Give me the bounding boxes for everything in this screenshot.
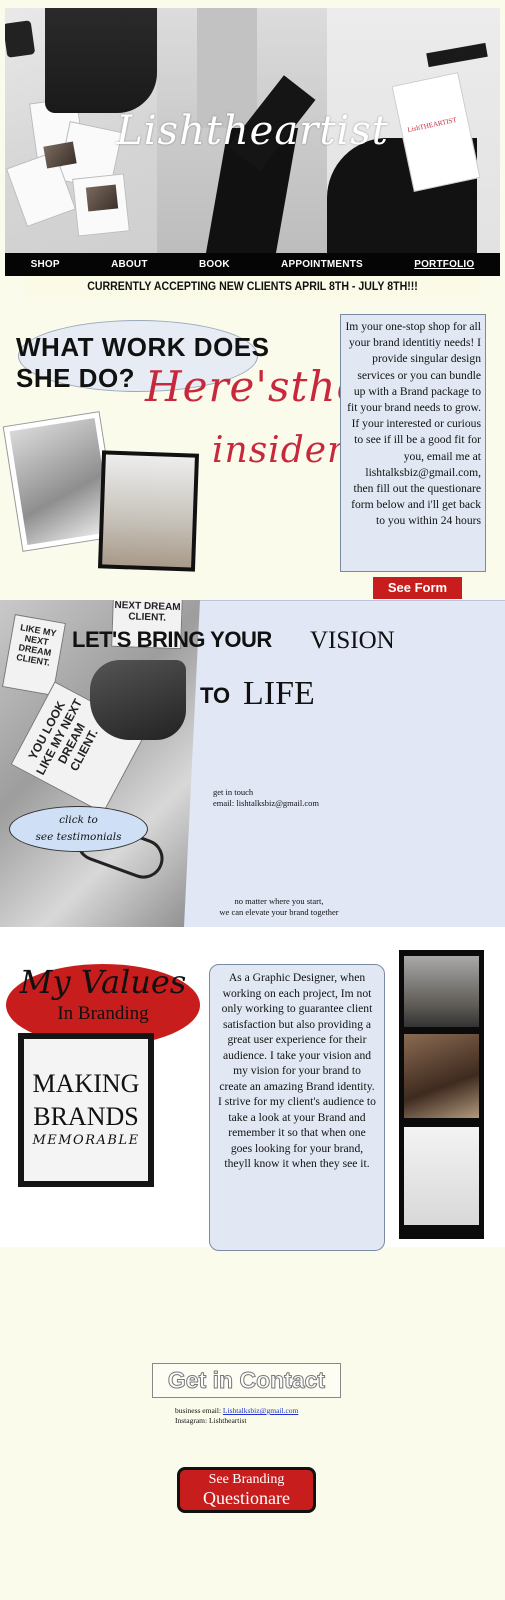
testimonials-button[interactable]: click to see testimonials (9, 806, 148, 852)
vision-life: LIFE (243, 675, 315, 712)
strip-photo-portrait (404, 1034, 479, 1118)
heres-the-script: Here'sthe (145, 362, 363, 411)
making-brands-frame: MAKING BRANDS MEMORABLE (18, 1033, 154, 1187)
nav-about[interactable]: ABOUT (111, 259, 148, 270)
announcement-banner: CURRENTLY ACCEPTING NEW CLIENTS APRIL 8T… (24, 276, 481, 298)
nav-shop[interactable]: SHOP (31, 259, 60, 270)
nav-portfolio[interactable]: PORTFOLIO (414, 259, 474, 270)
hero-title: Lishtheartist (116, 108, 389, 154)
branding-questionare-button[interactable]: See Branding Questionare (177, 1467, 316, 1513)
values-subtitle: In Branding (57, 1003, 149, 1024)
get-in-touch-email: email: lishtalksbiz@gmail.com (213, 798, 320, 808)
questionare-line1: See Branding (208, 1472, 285, 1487)
elevate-tagline: no matter where you start, we can elevat… (213, 896, 345, 918)
values-title: My Values (19, 963, 187, 1001)
portfolio-photo-film (97, 450, 200, 572)
intro-text-box: Im your one-stop shop for all your brand… (340, 314, 486, 572)
hero-banner: LishTHEARTIST Lishtheartist (5, 8, 500, 253)
making-text: MAKING (32, 1069, 140, 1098)
vision-to: TO (200, 683, 231, 708)
nav-appointments[interactable]: APPOINTMENTS (281, 259, 363, 270)
questionare-line2: Questionare (203, 1488, 290, 1508)
vision-heading-bold: LET'S BRING YOUR (72, 627, 272, 652)
strip-photo-shoes (404, 956, 479, 1027)
main-nav: SHOP ABOUT BOOK APPOINTMENTS PORTFOLIO (5, 253, 500, 276)
elevate-line2: we can elevate your brand together (219, 907, 339, 917)
business-email-link[interactable]: Lishtalksbiz@gmail.com (223, 1406, 298, 1415)
get-in-touch-label: get in touch (213, 787, 254, 797)
brands-text: BRANDS (33, 1102, 139, 1131)
what-title-line1: WHAT WORK DOES (16, 332, 270, 362)
memorable-text: MEMORABLE (32, 1133, 140, 1148)
get-in-touch: get in touch email: lishtalksbiz@gmail.c… (213, 787, 319, 809)
testimonials-line2: see testimonials (35, 831, 122, 843)
get-in-contact-heading: Get in Contact (152, 1363, 341, 1398)
see-form-button[interactable]: See Form (373, 577, 462, 599)
elevate-line1: no matter where you start, (234, 896, 324, 906)
insider-script: insider! (212, 430, 361, 471)
business-contact-info: business email: Lishtalksbiz@gmail.com I… (175, 1406, 298, 1425)
business-email-label: business email: (175, 1406, 222, 1415)
instagram-handle: Instagram: Lishtheartist (175, 1415, 247, 1425)
testimonials-line1: click to (59, 814, 98, 826)
vision-heading-serif: VISION (310, 627, 395, 654)
nav-book[interactable]: BOOK (199, 259, 230, 270)
strip-photo-papers (404, 1127, 479, 1225)
photo-strip (399, 950, 484, 1239)
values-text-box: As a Graphic Designer, when working on e… (209, 964, 385, 1251)
